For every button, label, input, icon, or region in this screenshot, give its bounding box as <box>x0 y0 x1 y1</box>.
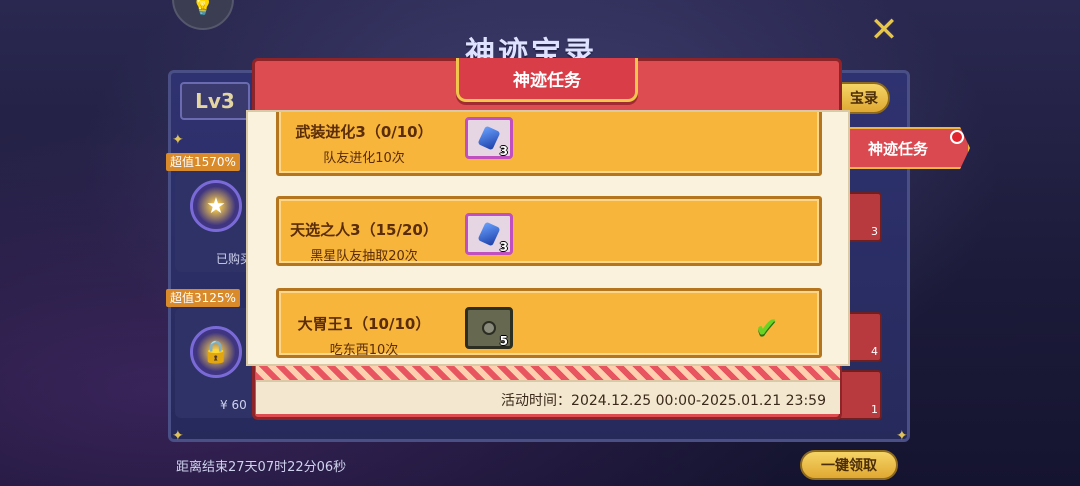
task-name: 天选之人3（15/20） <box>290 221 438 239</box>
blue-gem-icon <box>477 125 501 151</box>
task-desc: 黑星队友抽取20次 <box>310 249 418 264</box>
reward-count: 5 <box>499 334 508 348</box>
corner-star-icon: ✦ <box>172 132 184 148</box>
reward-item[interactable]: 3 <box>465 117 513 159</box>
task-card: 武装进化3（0/10） 队友进化10次 3 <box>276 112 822 176</box>
task-card: 天选之人3（15/20） 黑星队友抽取20次 3 <box>276 196 822 266</box>
reward-item[interactable]: 5 <box>465 307 513 349</box>
countdown-text: 距离结束27天07时22分06秒 <box>176 460 347 475</box>
reward-item[interactable]: 3 <box>465 213 513 255</box>
reward-count: 3 <box>499 240 508 254</box>
corner-star-icon: ✦ <box>172 428 184 444</box>
value-badge: 超值1570% <box>166 153 240 171</box>
activity-time-bar: 活动时间：2024.12.25 00:00-2025.01.21 23:59 <box>256 380 840 414</box>
corner-star-icon: ✦ <box>896 428 908 444</box>
star-emblem-icon: ★ <box>190 180 242 232</box>
modal-title: 神迹任务 <box>456 58 638 102</box>
task-desc: 队友进化10次 <box>323 151 405 166</box>
chest-icon <box>482 321 496 335</box>
reward-slot[interactable]: 1 <box>838 370 882 420</box>
task-name: 武装进化3（0/10） <box>295 123 433 141</box>
check-icon: ✔ <box>755 311 779 344</box>
task-desc: 吃东西10次 <box>329 343 399 358</box>
blue-gem-icon <box>477 221 501 247</box>
reward-count: 3 <box>499 144 508 158</box>
task-card: 大胃王1（10/10） 吃东西10次 5 ✔ <box>276 288 822 358</box>
activity-time: 活动时间：2024.12.25 00:00-2025.01.21 23:59 <box>501 393 826 409</box>
decorative-stripe <box>256 366 840 380</box>
close-icon[interactable]: ✕ <box>862 8 906 52</box>
notification-dot <box>950 130 964 144</box>
claim-all-button[interactable]: 一键领取 <box>800 450 898 480</box>
task-name: 大胃王1（10/10） <box>297 315 431 333</box>
side-item-price: ¥ 60 <box>220 398 247 412</box>
level-tag: Lv3 <box>180 82 250 120</box>
locked-emblem-icon: 🔒 <box>190 326 242 378</box>
value-badge: 超值3125% <box>166 289 240 307</box>
task-list[interactable]: 武装进化3（0/10） 队友进化10次 3 天选之人3（15/20） 黑星队友抽… <box>246 110 850 366</box>
